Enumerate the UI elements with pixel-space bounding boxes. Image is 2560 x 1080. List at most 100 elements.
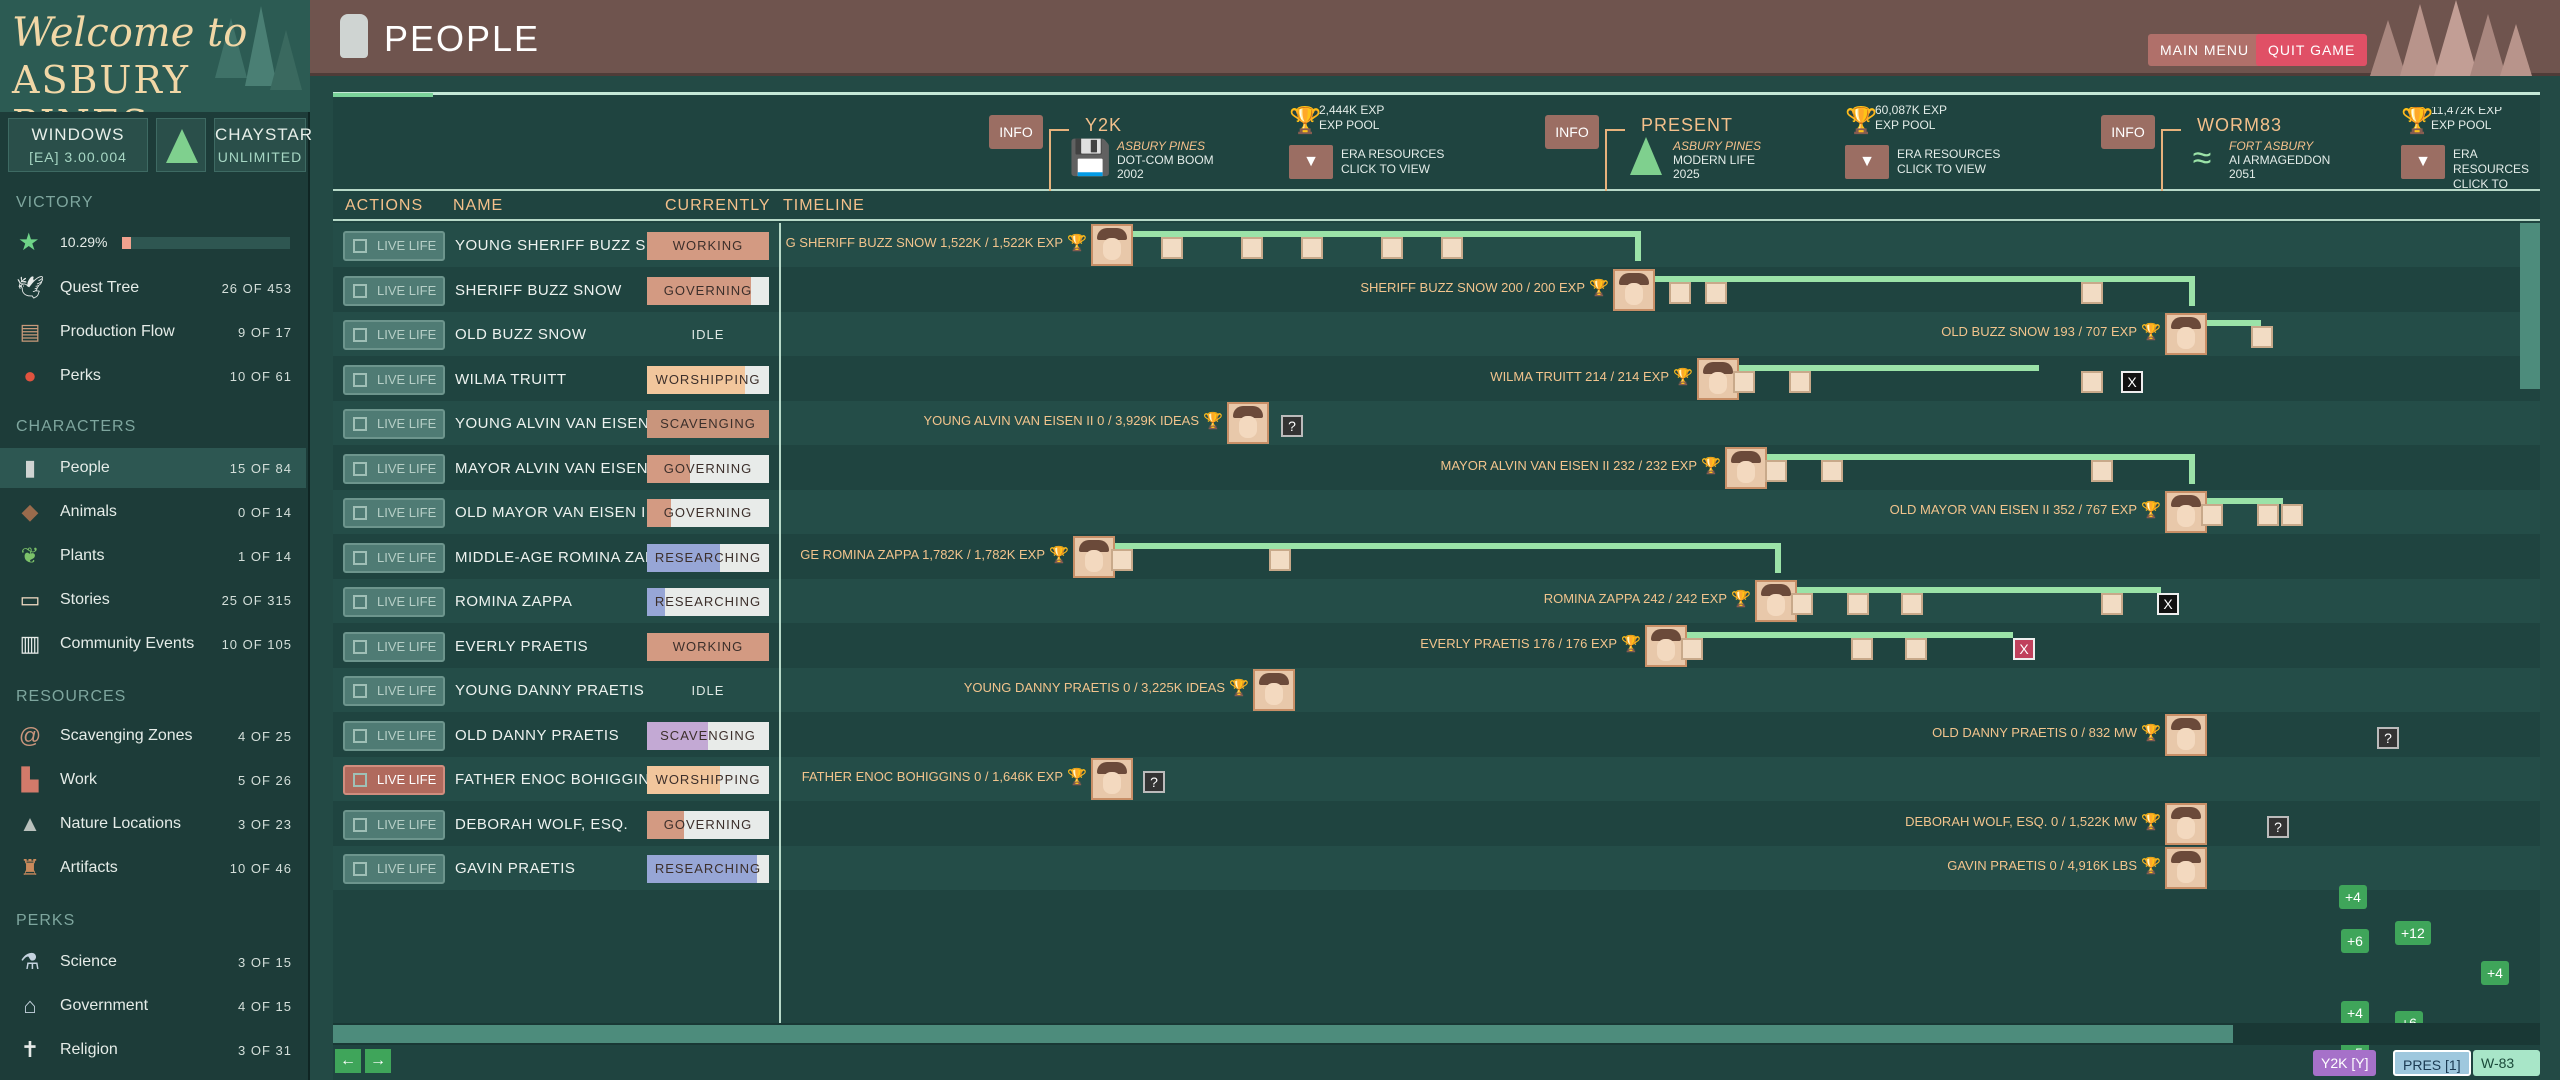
- era-jump-y2k[interactable]: Y2K [Y]: [2313, 1050, 2377, 1076]
- story-node[interactable]: [1241, 237, 1263, 259]
- person-status[interactable]: WORSHIPPING: [647, 365, 769, 394]
- story-node[interactable]: [1851, 637, 1873, 660]
- story-node[interactable]: [2257, 504, 2279, 526]
- story-node[interactable]: [1847, 593, 1869, 615]
- sidebar-item-government[interactable]: ⌂ Government 4 OF 15: [0, 986, 306, 1026]
- story-node[interactable]: [1301, 237, 1323, 259]
- vertical-scrollbar[interactable]: [2520, 223, 2540, 389]
- main-menu-button[interactable]: MAIN MENU: [2148, 34, 2262, 66]
- story-node[interactable]: [1901, 593, 1923, 615]
- person-portrait[interactable]: [2165, 713, 2207, 756]
- era-resources-dropdown[interactable]: ▼: [1845, 145, 1889, 179]
- person-portrait[interactable]: [1725, 446, 1767, 489]
- story-node[interactable]: [1669, 281, 1691, 304]
- live-life-button[interactable]: LIVE LIFE: [343, 765, 445, 795]
- era-resources-link[interactable]: ERA RESOURCESCLICK TO VIEW: [1341, 147, 1444, 177]
- unknown-node[interactable]: ?: [2267, 815, 2289, 838]
- person-status[interactable]: RESEARCHING: [647, 855, 769, 883]
- person-status[interactable]: IDLE: [647, 677, 769, 705]
- person-status[interactable]: WORSHIPPING: [647, 766, 769, 794]
- person-portrait[interactable]: [1073, 535, 1115, 578]
- resource-reward-badge[interactable]: +4: [2339, 885, 2367, 909]
- person-portrait[interactable]: [1613, 268, 1655, 311]
- era-info-button[interactable]: INFO: [989, 115, 1043, 149]
- person-name[interactable]: EVERLY PRAETIS: [455, 638, 588, 655]
- live-life-button[interactable]: LIVE LIFE: [343, 809, 445, 840]
- scrollbar-thumb[interactable]: [333, 1025, 2233, 1043]
- sidebar-item-quest-tree[interactable]: 🕊 Quest Tree 26 OF 453: [0, 268, 306, 308]
- death-node[interactable]: X: [2013, 637, 2035, 660]
- sidebar-item-artifacts[interactable]: ♜ Artifacts 10 OF 46: [0, 848, 306, 888]
- person-status[interactable]: RESEARCHING: [647, 543, 769, 572]
- death-node[interactable]: X: [2157, 593, 2179, 615]
- person-status[interactable]: GOVERNING: [647, 810, 769, 839]
- sidebar-item-plants[interactable]: ❦ Plants 1 OF 14: [0, 536, 306, 576]
- person-portrait[interactable]: [2165, 313, 2207, 355]
- quit-game-button[interactable]: QUIT GAME: [2256, 34, 2368, 66]
- live-life-button[interactable]: LIVE LIFE: [343, 542, 445, 573]
- sidebar-item-stories[interactable]: ▭ Stories 25 OF 315: [0, 580, 306, 620]
- live-life-button[interactable]: LIVE LIFE: [343, 587, 445, 617]
- person-name[interactable]: OLD MAYOR VAN EISEN II: [455, 504, 650, 521]
- story-node[interactable]: [2081, 370, 2103, 393]
- sidebar-item-religion[interactable]: ✝ Religion 3 OF 31: [0, 1030, 306, 1070]
- resource-reward-badge[interactable]: +4: [2341, 1001, 2369, 1025]
- person-name[interactable]: ROMINA ZAPPA: [455, 593, 572, 610]
- story-node[interactable]: [1733, 370, 1755, 393]
- story-node[interactable]: [2201, 504, 2223, 526]
- story-node[interactable]: [1905, 637, 1927, 660]
- person-name[interactable]: DEBORAH WOLF, ESQ.: [455, 816, 628, 833]
- person-name[interactable]: MAYOR ALVIN VAN EISEN II: [455, 460, 662, 477]
- sidebar-item-science[interactable]: ⚗ Science 3 OF 15: [0, 942, 306, 982]
- live-life-button[interactable]: LIVE LIFE: [343, 231, 445, 261]
- unknown-node[interactable]: ?: [2377, 726, 2399, 749]
- sidebar-item-people[interactable]: ▮ People 15 OF 84: [0, 448, 306, 488]
- person-portrait[interactable]: [1227, 402, 1269, 444]
- story-node[interactable]: [1789, 370, 1811, 393]
- story-node[interactable]: [1681, 637, 1703, 660]
- person-name[interactable]: MIDDLE-AGE ROMINA ZAPPA: [455, 549, 675, 566]
- scroll-left-button[interactable]: ←: [335, 1049, 361, 1073]
- timeline-area[interactable]: G SHERIFF BUZZ SNOW 1,522K / 1,522K EXP 🏆…: [781, 223, 2540, 1080]
- sidebar-item-production-flow[interactable]: ▤ Production Flow 9 OF 17: [0, 312, 306, 352]
- person-portrait[interactable]: [1091, 224, 1133, 266]
- person-portrait[interactable]: [2165, 847, 2207, 889]
- story-node[interactable]: [2281, 504, 2303, 526]
- story-node[interactable]: [1269, 548, 1291, 571]
- person-status[interactable]: WORKING: [647, 232, 769, 260]
- live-life-button[interactable]: LIVE LIFE: [343, 409, 445, 439]
- person-status[interactable]: IDLE: [647, 321, 769, 349]
- era-resources-dropdown[interactable]: ▼: [2401, 145, 2445, 179]
- person-name[interactable]: WILMA TRUITT: [455, 371, 567, 388]
- story-node[interactable]: [1161, 237, 1183, 259]
- scroll-right-button[interactable]: →: [365, 1049, 391, 1073]
- story-node[interactable]: [2101, 593, 2123, 615]
- person-status[interactable]: RESEARCHING: [647, 588, 769, 616]
- person-portrait[interactable]: [1253, 669, 1295, 711]
- person-name[interactable]: OLD DANNY PRAETIS: [455, 727, 619, 744]
- story-node[interactable]: [1765, 459, 1787, 482]
- live-life-button[interactable]: LIVE LIFE: [343, 320, 445, 350]
- era-resources-link[interactable]: ERA RESOURCESCLICK TO VIEW: [2453, 147, 2540, 191]
- story-node[interactable]: [1381, 237, 1403, 259]
- live-life-button[interactable]: LIVE LIFE: [343, 854, 445, 884]
- sidebar-item-scavenging-zones[interactable]: @ Scavenging Zones 4 OF 25: [0, 716, 306, 756]
- person-portrait[interactable]: [2165, 802, 2207, 845]
- live-life-button[interactable]: LIVE LIFE: [343, 275, 445, 306]
- era-info-button[interactable]: INFO: [2101, 115, 2155, 149]
- person-status[interactable]: GOVERNING: [647, 276, 769, 305]
- person-name[interactable]: YOUNG ALVIN VAN EISEN II: [455, 415, 663, 432]
- person-name[interactable]: SHERIFF BUZZ SNOW: [455, 282, 622, 299]
- era-jump-present[interactable]: PRES [1]: [2393, 1050, 2471, 1076]
- sidebar-item-nature-locations[interactable]: ▲ Nature Locations 3 OF 23: [0, 804, 306, 844]
- live-life-button[interactable]: LIVE LIFE: [343, 453, 445, 484]
- death-node[interactable]: X: [2121, 370, 2143, 393]
- person-name[interactable]: FATHER ENOC BOHIGGINS: [455, 771, 660, 788]
- user-box[interactable]: CHAYSTAR UNLIMITED: [214, 118, 312, 172]
- unknown-node[interactable]: ?: [1281, 415, 1303, 437]
- person-status[interactable]: SCAVENGING: [647, 410, 769, 438]
- story-node[interactable]: [2091, 459, 2113, 482]
- era-resources-dropdown[interactable]: ▼: [1289, 145, 1333, 179]
- live-life-button[interactable]: LIVE LIFE: [343, 498, 445, 528]
- sidebar-item-animals[interactable]: ◆ Animals 0 OF 14: [0, 492, 306, 532]
